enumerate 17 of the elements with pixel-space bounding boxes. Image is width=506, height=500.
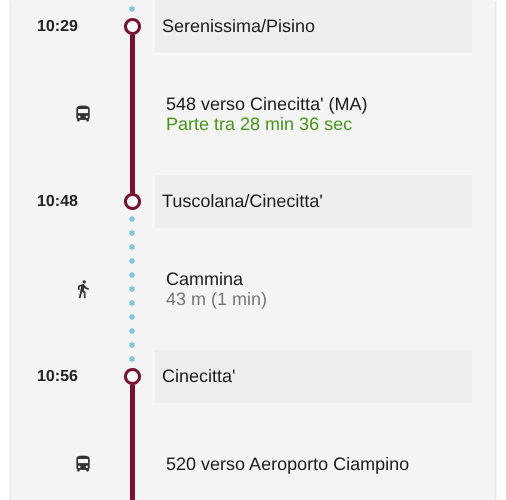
stop-row[interactable]: Tuscolana/Cinecitta' — [155, 175, 472, 228]
stop-row[interactable]: Cinecitta' — [155, 350, 472, 403]
leg-title: 520 verso Aeroporto Ciampino — [166, 454, 410, 474]
stop-marker — [124, 368, 140, 385]
stop-name: Serenissima/Pisino — [162, 15, 316, 38]
stop-time: 10:29 — [37, 16, 78, 36]
leg-title: 548 verso Cinecitta' (MA) — [166, 94, 368, 114]
stop-name: Tuscolana/Cinecitta' — [162, 190, 323, 213]
stop-marker — [124, 193, 140, 210]
stop-time: 10:56 — [37, 366, 78, 386]
stop-name: Cinecitta' — [162, 365, 236, 388]
leg-detail: 43 m (1 min) — [166, 289, 268, 309]
leg-title: Cammina — [166, 269, 244, 289]
stop-marker — [124, 18, 140, 35]
stop-row[interactable]: Serenissima/Pisino — [155, 0, 472, 53]
stop-time: 10:48 — [37, 192, 78, 212]
leg-detail: Parte tra 28 min 36 sec — [166, 114, 354, 134]
